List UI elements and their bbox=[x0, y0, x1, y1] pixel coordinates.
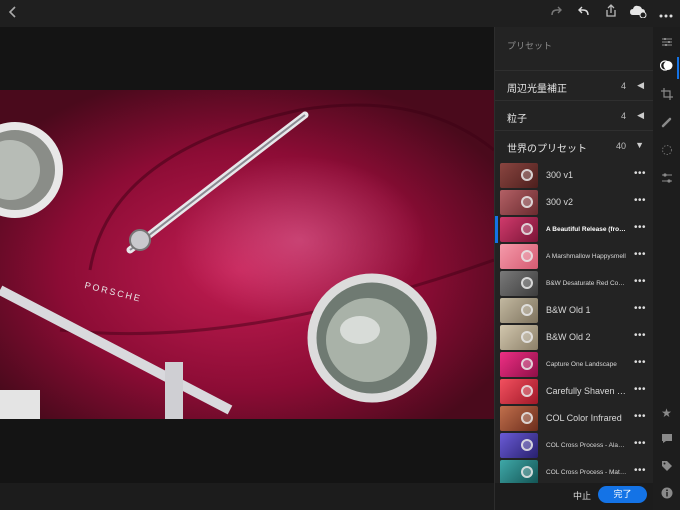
preset-thumbnail bbox=[500, 379, 538, 404]
tag-icon[interactable] bbox=[653, 459, 680, 477]
caret-left-icon[interactable]: ◀ bbox=[637, 110, 644, 121]
section-count: 40 bbox=[615, 141, 626, 151]
presets-icon[interactable] bbox=[653, 59, 680, 77]
preset-thumbnail bbox=[500, 352, 538, 377]
info-icon[interactable] bbox=[653, 486, 680, 504]
brush-icon[interactable] bbox=[653, 115, 680, 133]
crop-icon[interactable] bbox=[653, 87, 680, 105]
done-button[interactable]: 完了 bbox=[598, 486, 647, 503]
preset-thumbnail bbox=[500, 217, 538, 242]
section-vignette[interactable]: 周辺光量補正 4 ◀ bbox=[495, 70, 654, 100]
presets-panel: プリセット 周辺光量補正 4 ◀ 粒子 4 ◀ 世界のプリセット 40 ▼ 30… bbox=[494, 27, 654, 510]
preset-thumbnail bbox=[500, 163, 538, 188]
more-icon[interactable]: ••• bbox=[634, 357, 646, 368]
comment-icon[interactable] bbox=[653, 431, 680, 449]
preset-label: A Marshmallow Happysmell bbox=[546, 253, 626, 260]
preset-item[interactable]: B&W Desaturate Red Contr... ••• bbox=[495, 270, 654, 297]
sliders-icon[interactable] bbox=[653, 35, 680, 53]
preset-thumbnail bbox=[500, 190, 538, 215]
preset-item[interactable]: 300 v1 ••• bbox=[495, 162, 654, 189]
adjust-icon[interactable] bbox=[653, 171, 680, 189]
preset-label: COL Cross Process - Alan's... bbox=[546, 442, 628, 449]
more-icon[interactable]: ••• bbox=[634, 195, 646, 206]
cloud-icon[interactable] bbox=[628, 4, 648, 23]
preset-label: Carefully Shaven Turk bbox=[546, 386, 628, 396]
preset-item[interactable]: 300 v2 ••• bbox=[495, 189, 654, 216]
section-world-presets[interactable]: 世界のプリセット 40 ▼ bbox=[495, 130, 654, 160]
more-icon[interactable]: ••• bbox=[634, 438, 646, 449]
top-toolbar bbox=[0, 0, 680, 27]
more-icon[interactable]: ••• bbox=[634, 303, 646, 314]
preset-item[interactable]: B&W Old 2 ••• bbox=[495, 324, 654, 351]
preset-label: Capture One Landscape bbox=[546, 361, 617, 368]
preset-label: COL Color Infrared bbox=[546, 413, 622, 423]
preset-label: B&W Old 1 bbox=[546, 305, 591, 315]
more-icon[interactable]: ••• bbox=[634, 222, 646, 233]
preset-item[interactable]: A Marshmallow Happysmell ••• bbox=[495, 243, 654, 270]
share-icon[interactable] bbox=[603, 4, 619, 23]
panel-title: プリセット bbox=[507, 41, 553, 51]
photo-porsche: PORSCHE bbox=[0, 90, 494, 419]
preset-item[interactable]: Carefully Shaven Turk ••• bbox=[495, 378, 654, 405]
preset-item[interactable]: COL Color Infrared ••• bbox=[495, 405, 654, 432]
star-icon[interactable]: ★ bbox=[653, 404, 680, 422]
caret-left-icon[interactable]: ◀ bbox=[637, 80, 644, 91]
preset-thumbnail bbox=[500, 271, 538, 296]
more-icon[interactable]: ••• bbox=[634, 249, 646, 260]
preset-label: 300 v1 bbox=[546, 170, 574, 180]
section-count: 4 bbox=[620, 111, 626, 121]
more-icon[interactable]: ••• bbox=[634, 411, 646, 422]
image-canvas[interactable]: PORSCHE bbox=[0, 27, 494, 483]
section-count: 4 bbox=[620, 81, 626, 91]
section-label: 周辺光量補正 bbox=[507, 84, 567, 95]
tool-rail: ★ bbox=[653, 27, 680, 510]
section-label: 世界のプリセット bbox=[507, 144, 587, 155]
more-icon[interactable]: ••• bbox=[634, 384, 646, 395]
more-icon[interactable] bbox=[657, 4, 675, 23]
preset-item[interactable]: COL Cross Process - Alan's... ••• bbox=[495, 432, 654, 459]
preset-thumbnail bbox=[500, 460, 538, 483]
preset-label: 300 v2 bbox=[546, 197, 574, 207]
preset-item-selected[interactable]: A Beautiful Release (from J... ••• bbox=[495, 216, 654, 243]
preset-item[interactable]: B&W Old 1 ••• bbox=[495, 297, 654, 324]
more-icon[interactable]: ••• bbox=[634, 465, 646, 476]
more-icon[interactable]: ••• bbox=[634, 330, 646, 341]
more-icon[interactable]: ••• bbox=[634, 276, 646, 287]
undo-icon[interactable] bbox=[576, 4, 592, 23]
cancel-button[interactable]: 中止 bbox=[573, 489, 591, 502]
redo-icon[interactable] bbox=[548, 4, 564, 23]
preset-label: COL Cross Process - Matrix... bbox=[546, 469, 628, 476]
bottom-bar bbox=[0, 483, 494, 510]
preset-label: B&W Desaturate Red Contr... bbox=[546, 280, 628, 287]
preset-thumbnail bbox=[500, 433, 538, 458]
panel-actions: 中止 完了 bbox=[495, 483, 654, 510]
section-label: 粒子 bbox=[507, 114, 527, 125]
preset-thumbnail bbox=[500, 244, 538, 269]
preset-label: A Beautiful Release (from J... bbox=[546, 226, 628, 233]
more-icon[interactable]: ••• bbox=[634, 168, 646, 179]
selective-icon[interactable] bbox=[653, 143, 680, 161]
preset-thumbnail bbox=[500, 298, 538, 323]
caret-down-icon[interactable]: ▼ bbox=[635, 140, 644, 150]
preset-item[interactable]: COL Cross Process - Matrix... ••• bbox=[495, 459, 654, 483]
preset-thumbnail bbox=[500, 406, 538, 431]
preset-item[interactable]: Capture One Landscape ••• bbox=[495, 351, 654, 378]
preset-label: B&W Old 2 bbox=[546, 332, 591, 342]
preset-thumbnail bbox=[500, 325, 538, 350]
back-icon[interactable] bbox=[6, 4, 20, 23]
section-grain[interactable]: 粒子 4 ◀ bbox=[495, 100, 654, 130]
